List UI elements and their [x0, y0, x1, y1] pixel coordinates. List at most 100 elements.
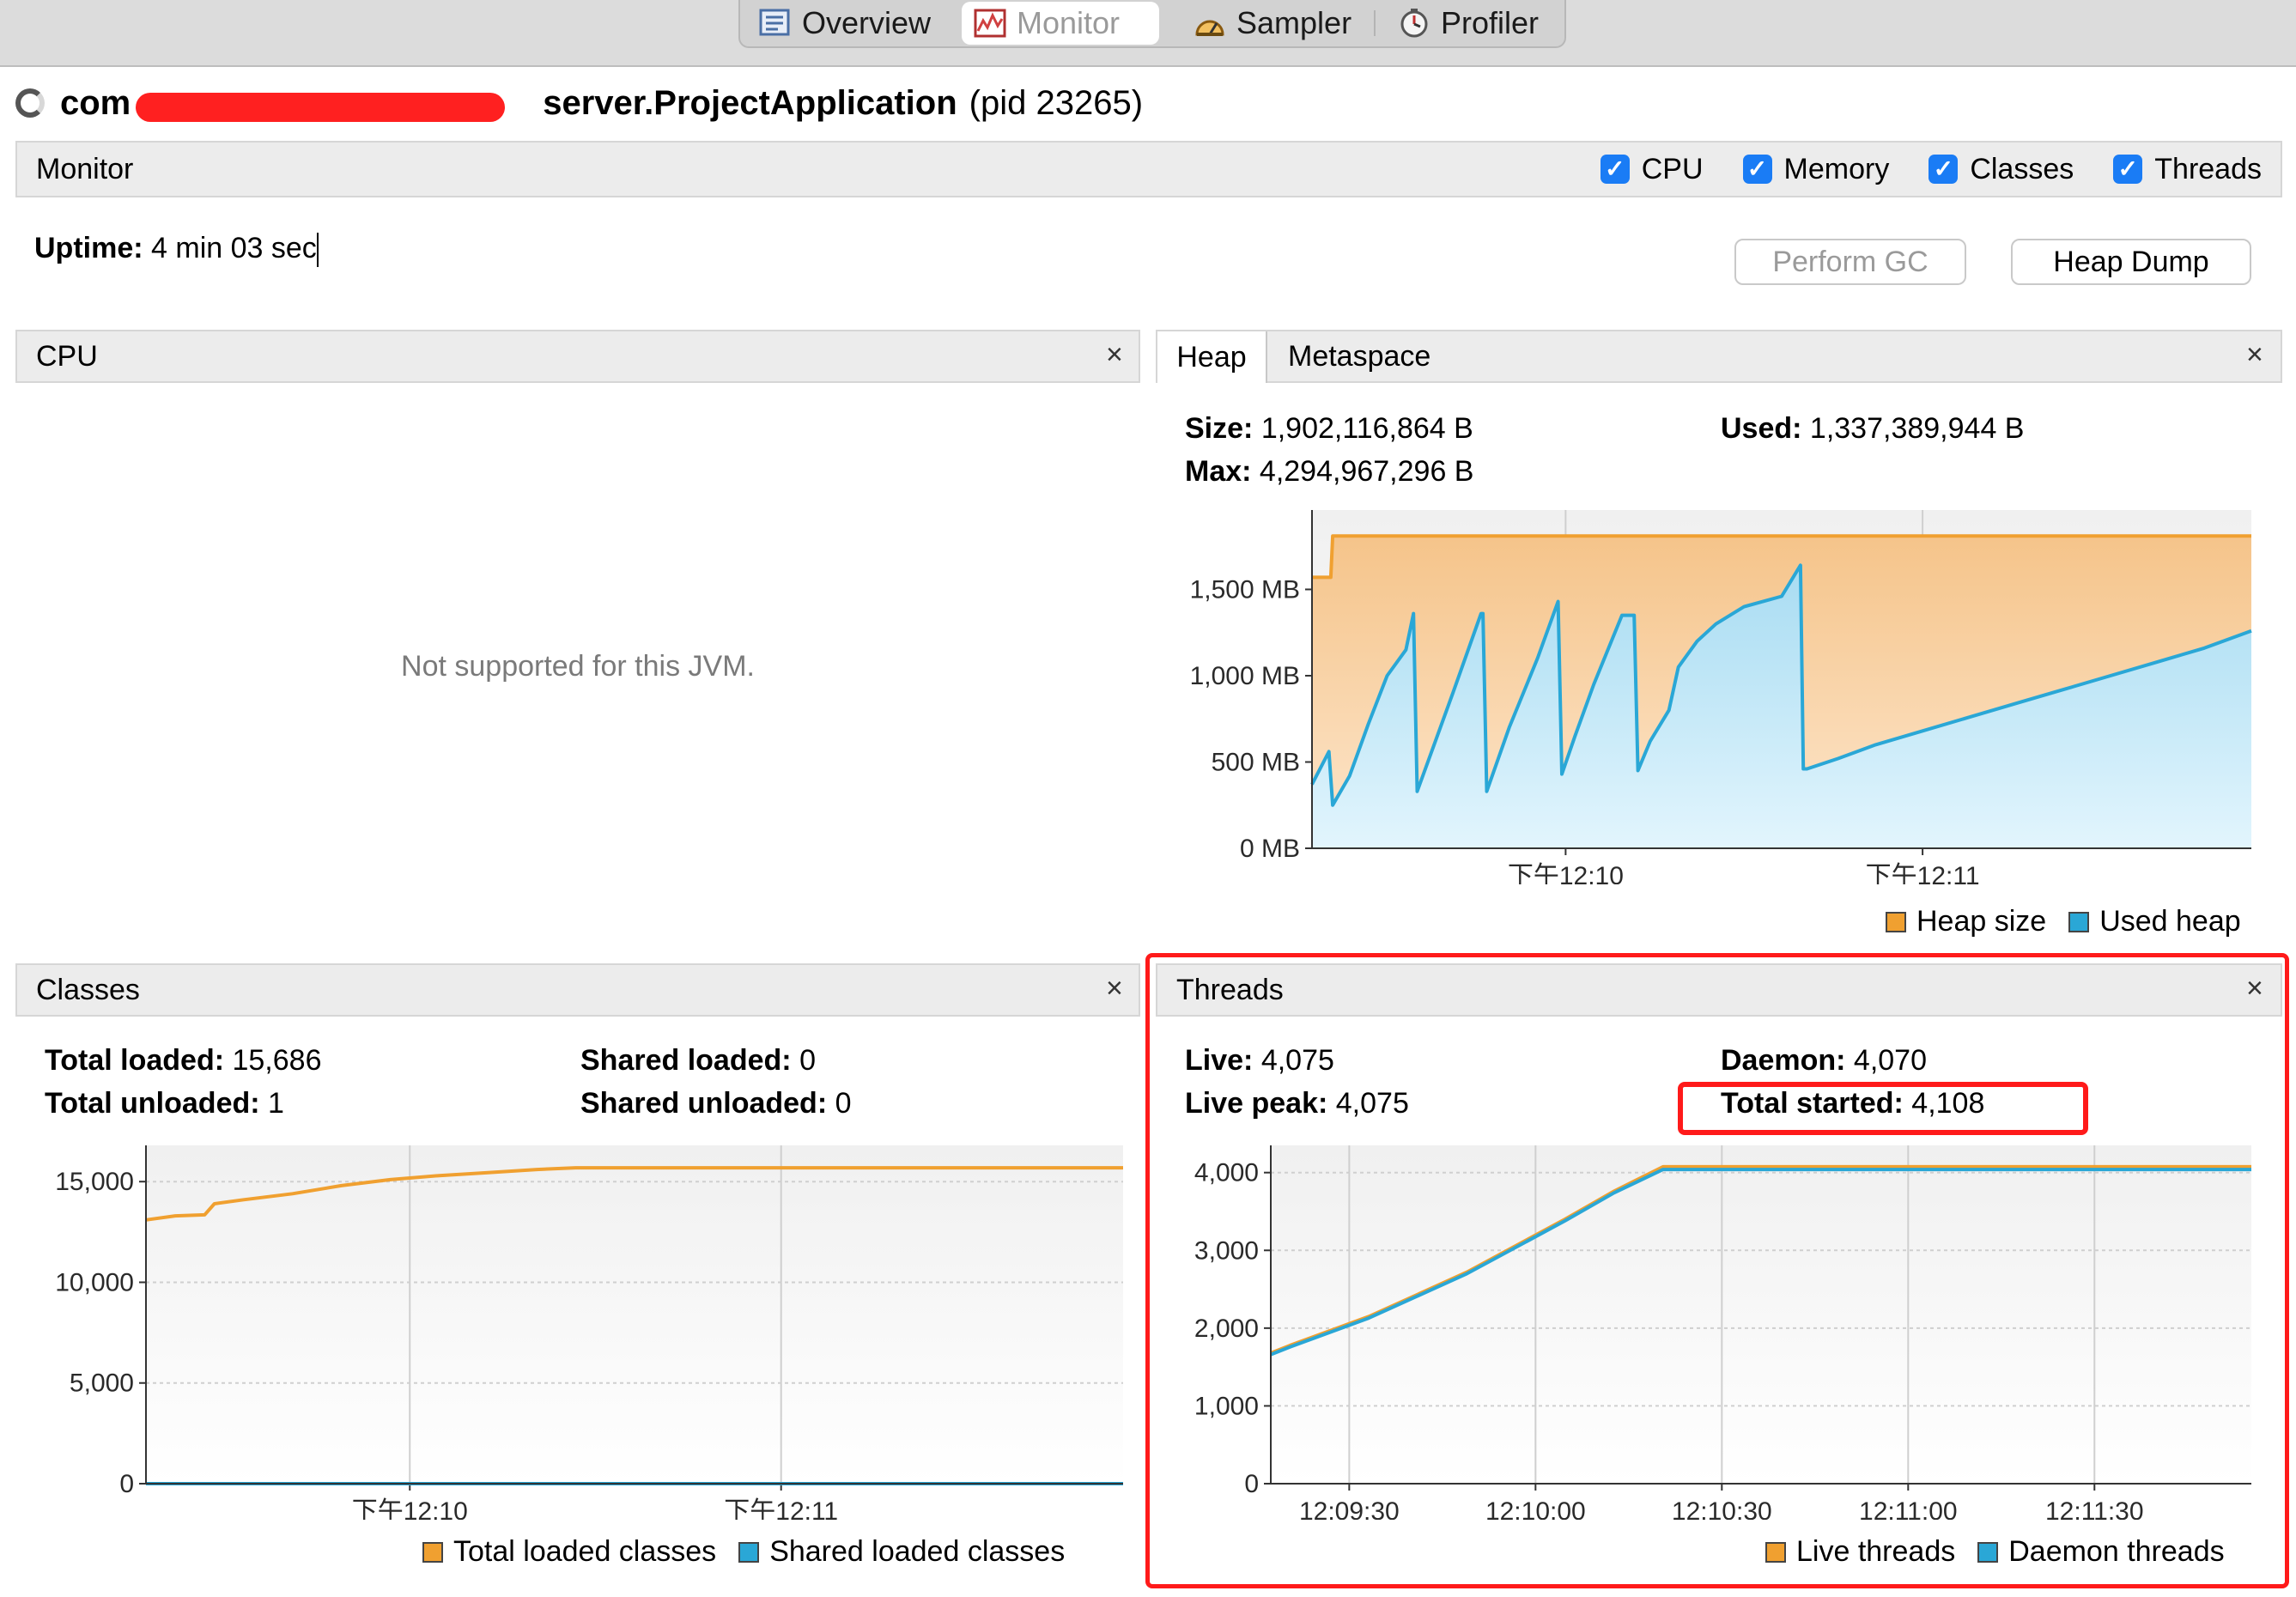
- y-tick-label: 2,000: [1194, 1315, 1259, 1343]
- daemon-threads-stat: Daemon: 4,070: [1721, 1044, 1927, 1078]
- y-tick-label: 5,000: [70, 1369, 134, 1398]
- tab-heap[interactable]: Heap: [1157, 331, 1267, 383]
- monitor-title: Monitor: [36, 152, 134, 185]
- loading-spinner-icon: [15, 88, 45, 118]
- total-unloaded-value: 1: [268, 1087, 284, 1120]
- redaction-mark: [136, 92, 505, 122]
- heap-max-stat: Max: 4,294,967,296 B: [1185, 455, 1473, 489]
- heap-used-value: 1,337,389,944 B: [1809, 412, 2025, 445]
- checkbox-classes[interactable]: ✓ Classes: [1929, 153, 2074, 186]
- shared-unloaded-value: 0: [835, 1087, 852, 1120]
- x-tick-label: 12:10:00: [1485, 1497, 1586, 1520]
- total-started-stat: Total started: 4,108: [1721, 1087, 1984, 1120]
- shared-loaded-label: Shared loaded:: [580, 1044, 792, 1077]
- legend-daemon-threads: Daemon threads: [1977, 1535, 2225, 1569]
- legend-used-heap-label: Used heap: [2099, 905, 2241, 938]
- legend-heap-size: Heap size: [1886, 905, 2046, 938]
- legend-live-threads: Live threads: [1765, 1535, 1955, 1569]
- live-threads-stat: Live: 4,075: [1185, 1044, 1334, 1078]
- cpu-close-icon[interactable]: ×: [1106, 338, 1123, 372]
- live-threads-value: 4,075: [1260, 1044, 1334, 1077]
- x-tick-label: 12:09:30: [1299, 1497, 1400, 1520]
- legend-total-loaded: Total loaded classes: [422, 1535, 716, 1569]
- application-pid: (pid 23265): [969, 83, 1144, 122]
- cpu-message-text: Not supported for this JVM.: [401, 649, 755, 683]
- total-started-value: 4,108: [1911, 1087, 1985, 1120]
- tab-sampler[interactable]: Sampler: [1181, 0, 1370, 46]
- application-name-prefix: com: [60, 83, 131, 122]
- monitor-header: Monitor ✓ CPU ✓ Memory ✓ Classes ✓ Threads: [15, 141, 2282, 197]
- y-tick-label: 500 MB: [1212, 748, 1300, 776]
- profiler-icon: [1398, 9, 1430, 38]
- shared-unloaded-label: Shared unloaded:: [580, 1087, 828, 1120]
- monitor-icon: [974, 9, 1006, 38]
- total-loaded-label: Total loaded:: [45, 1044, 225, 1077]
- x-tick-label: 12:11:30: [2045, 1497, 2144, 1520]
- heap-used-stat: Used: 1,337,389,944 B: [1721, 412, 2024, 446]
- y-tick-label: 4,000: [1194, 1159, 1259, 1187]
- tab-monitor[interactable]: Monitor: [962, 2, 1159, 45]
- live-threads-label: Live:: [1185, 1044, 1254, 1077]
- tab-metaspace[interactable]: Metaspace: [1267, 331, 1482, 381]
- heap-dump-button[interactable]: Heap Dump: [2011, 239, 2251, 285]
- checkbox-threads[interactable]: ✓ Threads: [2113, 153, 2262, 186]
- y-tick-label: 0: [1244, 1470, 1259, 1498]
- tab-overview[interactable]: Overview: [747, 0, 962, 46]
- heap-chart: 0 MB 500 MB 1,000 MB 1,500 MB 下午12:10 下午12:11: [1190, 510, 2252, 884]
- tab-profiler[interactable]: Profiler: [1386, 0, 1558, 46]
- tab-overview-label: Overview: [802, 5, 932, 40]
- legend-live-threads-label: Live threads: [1796, 1535, 1956, 1568]
- total-loaded-stat: Total loaded: 15,686: [45, 1044, 321, 1078]
- plot-background: [146, 1145, 1123, 1484]
- uptime: Uptime: 4 min 03 sec: [34, 232, 319, 268]
- checkbox-cpu-label: CPU: [1641, 152, 1704, 185]
- tab-profiler-label: Profiler: [1441, 5, 1540, 40]
- legend-swatch: [1977, 1541, 1999, 1563]
- y-tick-label: 1,000 MB: [1190, 662, 1300, 690]
- threads-close-icon[interactable]: ×: [2246, 972, 2263, 1005]
- checkbox-memory-label: Memory: [1783, 152, 1890, 185]
- y-tick-label: 10,000: [55, 1268, 134, 1296]
- legend-swatch: [738, 1541, 760, 1563]
- y-tick-label: 15,000: [55, 1168, 134, 1196]
- cpu-panel-header: CPU: [15, 330, 1140, 383]
- total-unloaded-stat: Total unloaded: 1: [45, 1087, 284, 1120]
- x-tick-label: 下午12:11: [724, 1497, 838, 1520]
- legend-heap-size-label: Heap size: [1916, 905, 2047, 938]
- live-peak-value: 4,075: [1335, 1087, 1409, 1120]
- legend-daemon-threads-label: Daemon threads: [2008, 1535, 2225, 1568]
- daemon-threads-value: 4,070: [1853, 1044, 1928, 1077]
- total-unloaded-label: Total unloaded:: [45, 1087, 260, 1120]
- x-tick-label: 下午12:10: [1508, 862, 1624, 884]
- legend-swatch: [2068, 911, 2090, 932]
- tab-sampler-label: Sampler: [1236, 5, 1352, 40]
- checkbox-cpu[interactable]: ✓ CPU: [1600, 152, 1704, 186]
- shared-loaded-value: 0: [799, 1044, 816, 1077]
- heap-max-value: 4,294,967,296 B: [1259, 455, 1474, 488]
- cpu-panel-title: CPU: [36, 339, 98, 373]
- heap-size-value: 1,902,116,864 B: [1260, 412, 1473, 445]
- y-tick-label: 1,000: [1194, 1392, 1259, 1420]
- heap-legend: Heap size Used heap: [1863, 905, 2241, 938]
- y-tick-label: 0 MB: [1240, 835, 1300, 863]
- classes-panel-title: Classes: [36, 973, 140, 1006]
- plot-background: [1271, 1145, 2251, 1484]
- threads-panel-header: Threads: [1156, 963, 2282, 1017]
- x-tick-label: 下午12:10: [352, 1497, 468, 1520]
- checkbox-memory[interactable]: ✓ Memory: [1742, 152, 1890, 186]
- checkbox-threads-label: Threads: [2154, 152, 2262, 185]
- classes-close-icon[interactable]: ×: [1106, 972, 1123, 1005]
- sampler-icon: [1194, 9, 1226, 38]
- heap-close-icon[interactable]: ×: [2246, 338, 2263, 372]
- perform-gc-button[interactable]: Perform GC: [1734, 239, 1966, 285]
- view-tab-group: Overview Monitor Sampler Profiler: [738, 0, 1566, 48]
- classes-legend: Total loaded classes Shared loaded class…: [400, 1535, 1065, 1569]
- overview-icon: [759, 9, 792, 38]
- shared-unloaded-stat: Shared unloaded: 0: [580, 1087, 852, 1120]
- legend-swatch: [1886, 911, 1906, 932]
- heap-used-label: Used:: [1721, 412, 1802, 445]
- checkmark-icon: ✓: [2113, 155, 2143, 184]
- live-peak-stat: Live peak: 4,075: [1185, 1087, 1409, 1120]
- x-tick-label: 下午12:11: [1866, 862, 1980, 884]
- x-tick-label: 12:10:30: [1672, 1497, 1772, 1520]
